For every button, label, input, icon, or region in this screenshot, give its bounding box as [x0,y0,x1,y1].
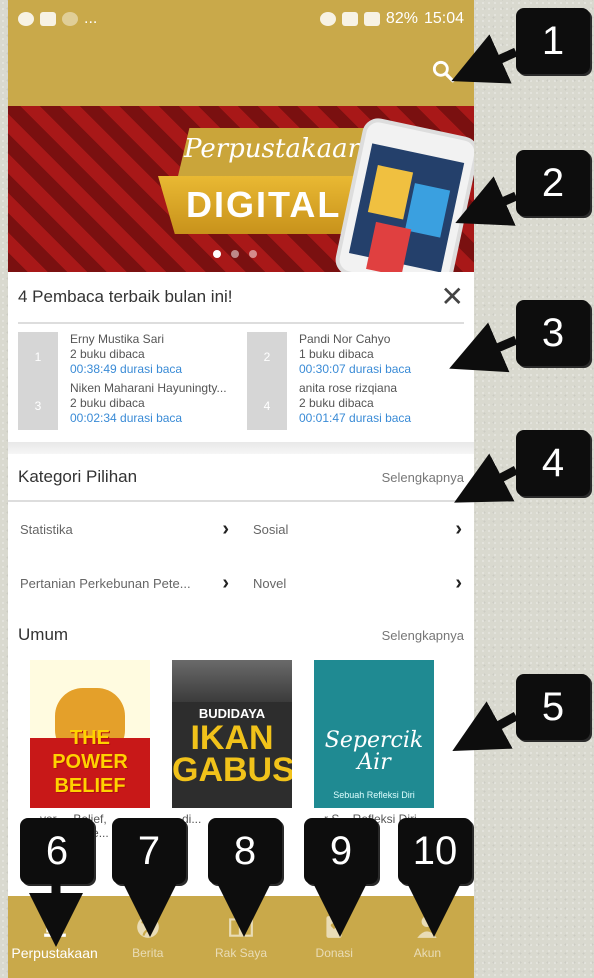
annotation-arrows [29,34,519,947]
